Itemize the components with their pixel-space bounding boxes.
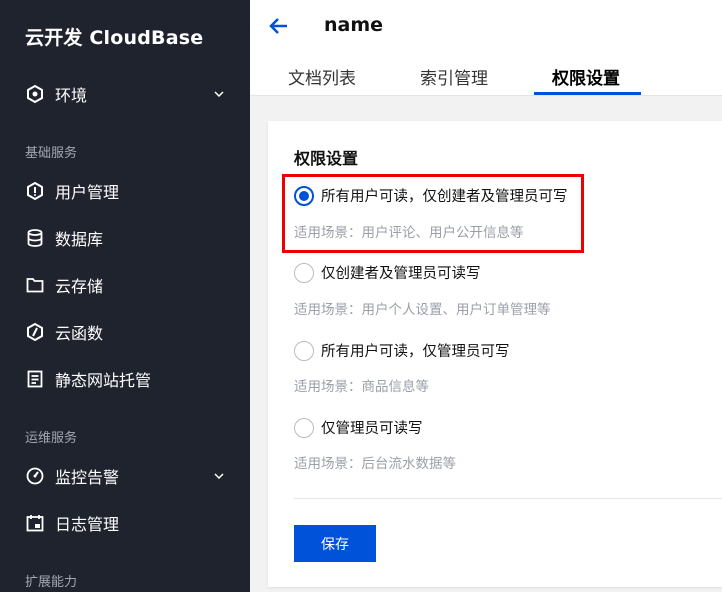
sidebar-item-label: 监控告警 <box>55 468 120 487</box>
hexagon-icon <box>25 84 45 104</box>
card-title: 权限设置 <box>294 149 359 168</box>
function-icon <box>25 322 45 342</box>
option-label: 仅创建者及管理员可读写 <box>321 266 481 282</box>
env-selector[interactable]: 环境 <box>0 71 250 117</box>
page-title: name <box>324 14 384 36</box>
sidebar-item-label: 云存储 <box>55 277 104 296</box>
user-shield-icon <box>25 181 45 201</box>
divider <box>294 498 722 499</box>
sidebar-item-static-hosting[interactable]: 静态网站托管 <box>0 356 250 402</box>
document-icon <box>25 369 45 389</box>
env-label: 环境 <box>55 86 88 105</box>
page-header: name 文档列表 索引管理 权限设置 <box>250 0 722 96</box>
permission-option-creator-admin-rw[interactable]: 仅创建者及管理员可读写 <box>294 262 481 283</box>
section-title-extensions: 扩展能力 <box>25 575 78 590</box>
section-title-ops: 运维服务 <box>25 431 78 446</box>
radio-unchecked[interactable] <box>294 340 314 361</box>
sidebar-item-database[interactable]: 数据库 <box>0 215 250 261</box>
sidebar-item-label: 日志管理 <box>55 515 120 534</box>
sidebar-item-label: 静态网站托管 <box>55 371 152 390</box>
sidebar-item-user-management[interactable]: 用户管理 <box>0 168 250 214</box>
sidebar-item-logs[interactable]: 日志管理 <box>0 500 250 546</box>
section-title-basic: 基础服务 <box>25 146 78 161</box>
sidebar-item-monitoring[interactable]: 监控告警 <box>0 453 250 499</box>
back-arrow-icon[interactable] <box>267 14 291 38</box>
option-description: 适用场景：商品信息等 <box>294 379 429 395</box>
sidebar-item-label: 云函数 <box>55 324 104 343</box>
sidebar-item-storage[interactable]: 云存储 <box>0 262 250 308</box>
tab-index-management[interactable]: 索引管理 <box>420 64 488 96</box>
database-icon <box>25 228 45 248</box>
radio-unchecked[interactable] <box>294 417 314 438</box>
folder-icon <box>25 275 45 295</box>
highlight-box <box>282 174 584 253</box>
tab-document-list[interactable]: 文档列表 <box>288 64 356 96</box>
permission-option-admin-only[interactable]: 仅管理员可读写 <box>294 417 423 438</box>
sidebar-item-label: 用户管理 <box>55 183 120 202</box>
chevron-down-icon <box>212 469 226 483</box>
option-label: 所有用户可读，仅管理员可写 <box>321 344 510 360</box>
calendar-log-icon <box>25 513 45 533</box>
radio-unchecked[interactable] <box>294 262 314 283</box>
sidebar-item-functions[interactable]: 云函数 <box>0 309 250 355</box>
brand-logo: 云开发 CloudBase <box>25 27 204 49</box>
save-button[interactable]: 保存 <box>294 525 376 562</box>
gauge-icon <box>25 466 45 486</box>
option-description: 适用场景：后台流水数据等 <box>294 456 456 472</box>
sidebar: 云开发 CloudBase 环境 基础服务 用户管理 数据库 云存储 云函数 静… <box>0 0 250 592</box>
chevron-down-icon <box>212 87 226 101</box>
active-tab-indicator <box>534 92 641 95</box>
option-description: 适用场景：用户个人设置、用户订单管理等 <box>294 302 551 318</box>
sidebar-item-label: 数据库 <box>55 230 104 249</box>
option-label: 仅管理员可读写 <box>321 421 423 437</box>
permission-option-public-read-admin-write[interactable]: 所有用户可读，仅管理员可写 <box>294 340 510 361</box>
